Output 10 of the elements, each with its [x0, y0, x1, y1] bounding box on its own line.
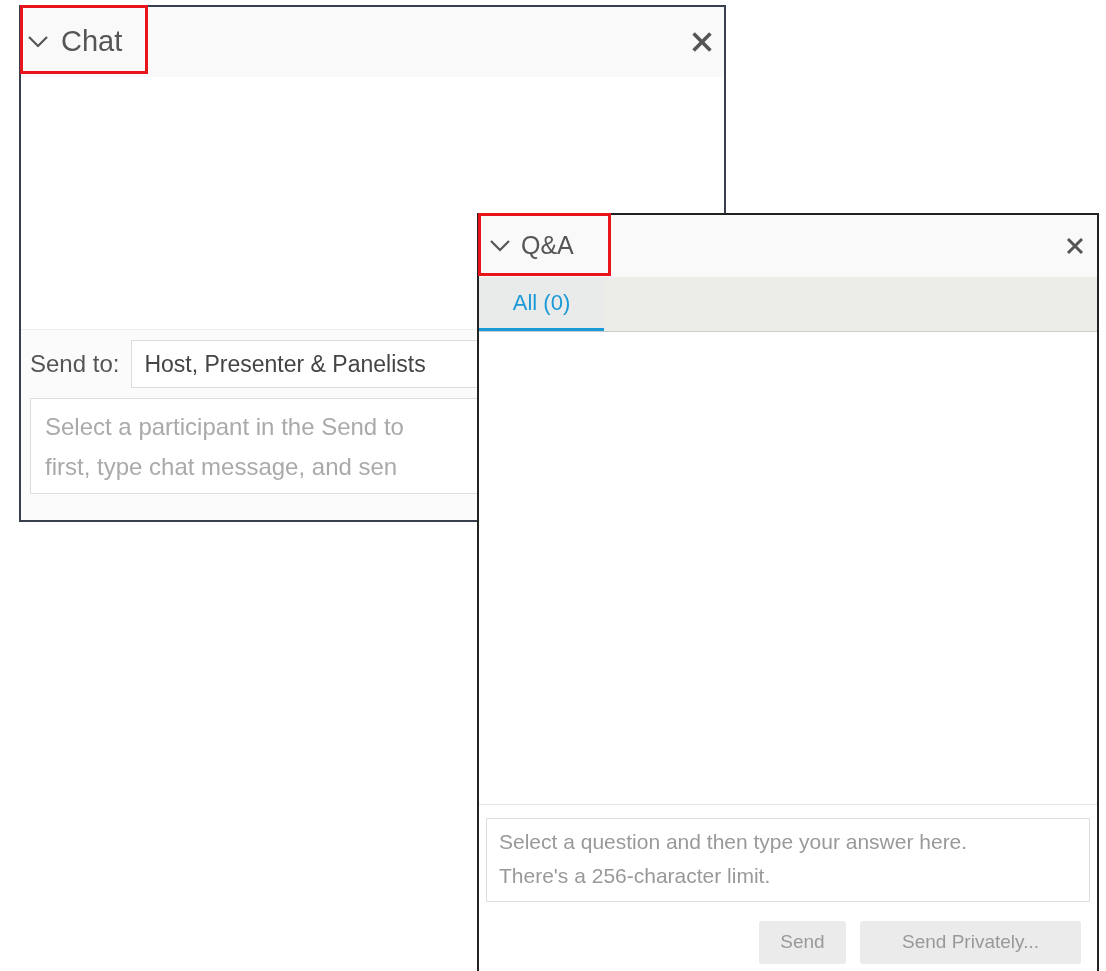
close-icon[interactable] — [1065, 236, 1085, 256]
collapse-chevron-icon[interactable] — [27, 35, 49, 49]
recipient-dropdown[interactable]: Host, Presenter & Panelists — [131, 340, 478, 388]
answer-field[interactable]: Select a question and then type your answer here. There's a 256-character limit. — [486, 818, 1090, 902]
panel-title: Chat — [61, 24, 123, 60]
close-icon[interactable] — [690, 30, 714, 54]
send-to-label: Send to: — [30, 349, 120, 379]
message-field[interactable]: Select a participant in the Send to first, type chat message, and sen — [30, 398, 478, 494]
panel-title: Q&A — [521, 230, 574, 262]
collapse-chevron-icon[interactable] — [489, 239, 511, 253]
